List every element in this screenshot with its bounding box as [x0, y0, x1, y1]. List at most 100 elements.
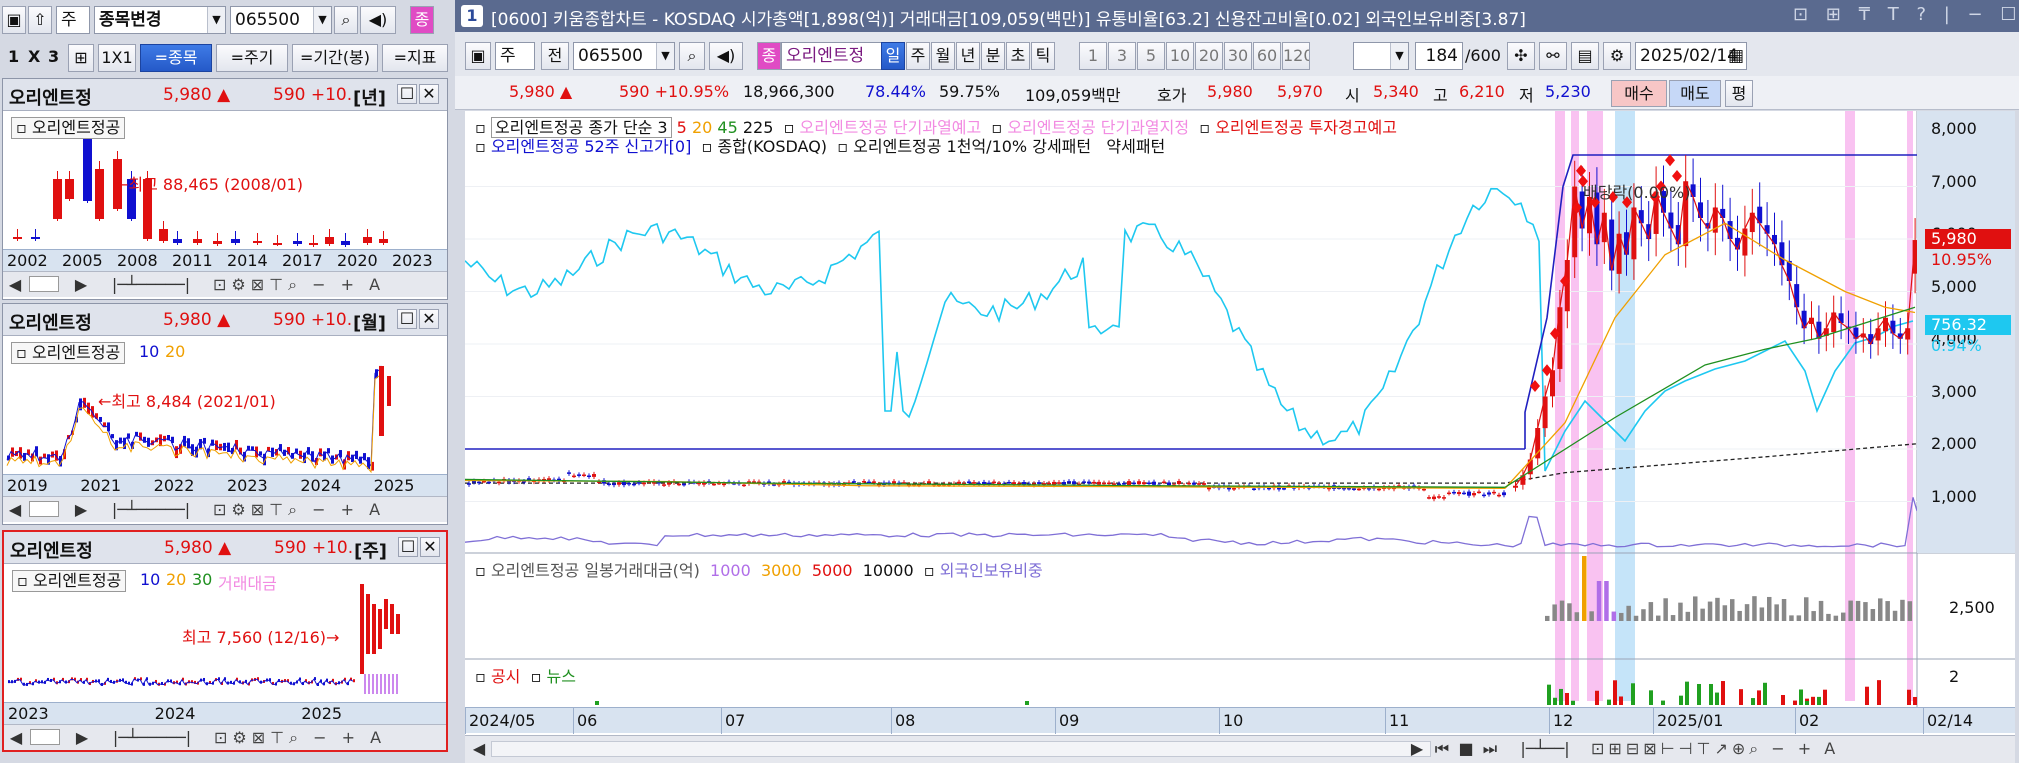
maximize-icon[interactable]: ☐ [398, 537, 418, 557]
mini-tool-icons[interactable]: ⊡⚙⊠⊤⌕ − + A [213, 500, 385, 520]
prev-button[interactable]: 전 [541, 42, 569, 70]
zoom-slider-icon[interactable]: |─┴─────| [100, 726, 204, 750]
speaker-icon[interactable]: ◀) [360, 6, 396, 34]
main-chart[interactable]: ▫ 오리엔트정공 종가 단순 3 5 20 45 225 ▫ 오리엔트정공 단기… [465, 111, 2015, 763]
interval-button[interactable]: 120 [1282, 42, 1310, 70]
x-axis-separator [1923, 708, 1924, 734]
left-code-input[interactable]: 065500 ▼ [230, 6, 332, 34]
close-icon[interactable]: ✕ [420, 537, 440, 557]
maximize-icon[interactable]: ☐ [397, 309, 417, 329]
save-icon[interactable]: ▤ [1571, 42, 1599, 70]
pin-button[interactable]: ⇧ [28, 6, 52, 34]
tool-icons[interactable]: ⊡⊞⊟⊠⊢⊣⊤↗⊕⌕ − + A [1591, 739, 1839, 759]
grid-x-label[interactable]: X [28, 47, 40, 66]
main-stock-name[interactable]: 오리엔트정 [781, 42, 887, 70]
stock-tab-button[interactable]: =종목 [140, 44, 212, 72]
mini-chart-panel[interactable]: 오리엔트정 5,980 ▲ 590 +10. [주] ☐ ✕ ▫ 오리엔트정공 1… [2, 530, 448, 752]
mode-select[interactable]: 주 [56, 6, 90, 34]
search-icon[interactable]: ⌕ [679, 42, 705, 70]
interval-button[interactable]: 30 [1224, 42, 1252, 70]
chevron-down-icon[interactable]: ▼ [207, 7, 225, 33]
zoom-slider-icon[interactable]: |─┴─────| [99, 273, 203, 297]
news-bar [1817, 696, 1821, 705]
mini-tool-icons[interactable]: ⊡⚙⊠⊤⌕ − + A [213, 275, 385, 295]
mini-scrollbar[interactable]: ◀ ▶ |─┴─────| ⊡⚙⊠⊤⌕ − + A [4, 724, 446, 750]
rewind-icon[interactable]: ⏮ [1431, 737, 1453, 761]
forward-icon[interactable]: ⏭ [1479, 737, 1501, 761]
compare-icon[interactable]: ⚯ [1539, 42, 1567, 70]
grid-3-label[interactable]: 3 [48, 47, 59, 66]
indicator-tab-button[interactable]: =지표 [382, 44, 448, 72]
chevron-down-icon[interactable]: ▼ [1390, 43, 1408, 69]
period-button[interactable]: 년 [956, 42, 980, 70]
period-button[interactable]: 주 [906, 42, 930, 70]
stock-change-input[interactable]: 종목변경 ▼ [94, 6, 226, 34]
legend-kosdaq: 종합(KOSDAQ) [717, 137, 828, 156]
volume-bar [1878, 598, 1883, 621]
scroll-left-icon[interactable]: ◀ [7, 498, 23, 522]
scroll-right-icon[interactable]: ▶ [1407, 737, 1427, 761]
period-button[interactable]: 일 [881, 42, 905, 70]
period-button[interactable]: 초 [1006, 42, 1030, 70]
main-mode-select[interactable]: 주 [495, 42, 535, 70]
main-panel-icon[interactable]: ▣ [465, 42, 491, 70]
speaker-icon[interactable]: ◀) [709, 42, 743, 70]
mini-tool-icons[interactable]: ⊡⚙⊠⊤⌕ − + A [214, 728, 386, 748]
zoom-slider-icon[interactable]: |─┴─────| [99, 498, 203, 522]
date-input[interactable]: 2025/02/14 ▦ [1635, 42, 1747, 70]
main-jong-button[interactable]: 종 [757, 42, 781, 70]
grid-icon[interactable]: ⊞ [68, 44, 94, 72]
scroll-track[interactable] [29, 276, 59, 292]
scroll-track[interactable] [491, 741, 1431, 757]
interval-button[interactable]: 20 [1195, 42, 1223, 70]
scroll-left-icon[interactable]: ◀ [7, 273, 23, 297]
zoom-slider-icon[interactable]: |─┴──| [1505, 737, 1585, 761]
interval-button[interactable]: 10 [1166, 42, 1194, 70]
window-controls[interactable]: ⊡ ⊞ ₸ T ? | − ☐ ✕ [1793, 4, 2019, 25]
buy-button[interactable]: 매수 [1611, 80, 1667, 107]
maximize-icon[interactable]: ☐ [397, 84, 417, 104]
mini-scrollbar[interactable]: ◀ ▶ |─┴─────| ⊡⚙⊠⊤⌕ − + A [3, 271, 447, 297]
interval-button[interactable]: 5 [1137, 42, 1165, 70]
scroll-right-icon[interactable]: ▶ [73, 273, 89, 297]
period-tab-button[interactable]: =주기 [216, 44, 288, 72]
crosshair-icon[interactable]: ✣ [1507, 42, 1535, 70]
interval-button[interactable]: 60 [1253, 42, 1281, 70]
grid-1-label[interactable]: 1 [8, 47, 19, 66]
interval-button[interactable]: 1 [1079, 42, 1107, 70]
one-by-one-button[interactable]: 1X1 [98, 44, 136, 72]
scroll-right-icon[interactable]: ▶ [74, 726, 90, 750]
blank-select[interactable]: ▼ [1353, 42, 1409, 70]
interval-button[interactable]: 3 [1108, 42, 1136, 70]
main-scrollbar[interactable]: ◀ ▶ ⏮ ■ ⏭ |─┴──| ⊡⊞⊟⊠⊢⊣⊤↗⊕⌕ − + A [465, 735, 2015, 763]
period-button[interactable]: 분 [981, 42, 1005, 70]
count-input[interactable]: 184 [1415, 42, 1463, 70]
volume-bar [376, 674, 378, 694]
main-code-input[interactable]: 065500 ▼ [573, 42, 675, 70]
jong-button[interactable]: 종 [410, 6, 434, 34]
period-button[interactable]: 월 [931, 42, 955, 70]
search-icon[interactable]: ⌕ [334, 6, 358, 34]
mini-scrollbar[interactable]: ◀ ▶ |─┴─────| ⊡⚙⊠⊤⌕ − + A [3, 496, 447, 522]
sell-button[interactable]: 매도 [1669, 80, 1721, 107]
scroll-left-icon[interactable]: ◀ [469, 737, 489, 761]
range-tab-button[interactable]: =기간(봉) [292, 44, 378, 72]
period-button[interactable]: 틱 [1031, 42, 1055, 70]
close-icon[interactable]: ✕ [419, 309, 439, 329]
scroll-track[interactable] [29, 501, 59, 517]
scroll-right-icon[interactable]: ▶ [73, 498, 89, 522]
gear-icon[interactable]: ⚙ [1603, 42, 1631, 70]
close-icon[interactable]: ✕ [419, 84, 439, 104]
calendar-icon[interactable]: ▦ [1728, 43, 1744, 69]
mini-chart-panel[interactable]: 오리엔트정 5,980 ▲ 590 +10. [월] ☐ ✕ ▫ 오리엔트정공 1… [2, 303, 448, 525]
panel-icon-button[interactable]: ▣ [2, 6, 26, 34]
main-title-bar: 1 [0600] 키움종합차트 - KOSDAQ 시가총액[1,898(억)] … [455, 0, 2019, 32]
scroll-track[interactable] [30, 729, 60, 745]
chevron-down-icon[interactable]: ▼ [656, 43, 674, 69]
stop-icon[interactable]: ■ [1455, 737, 1477, 761]
scroll-left-icon[interactable]: ◀ [8, 726, 24, 750]
mini-legend-item: 20 [165, 342, 186, 361]
chevron-down-icon[interactable]: ▼ [313, 7, 331, 33]
mini-chart-panel[interactable]: 오리엔트정 5,980 ▲ 590 +10. [년] ☐ ✕ ▫ 오리엔트정공 ←… [2, 78, 448, 300]
avg-button[interactable]: 평 [1725, 80, 1753, 107]
